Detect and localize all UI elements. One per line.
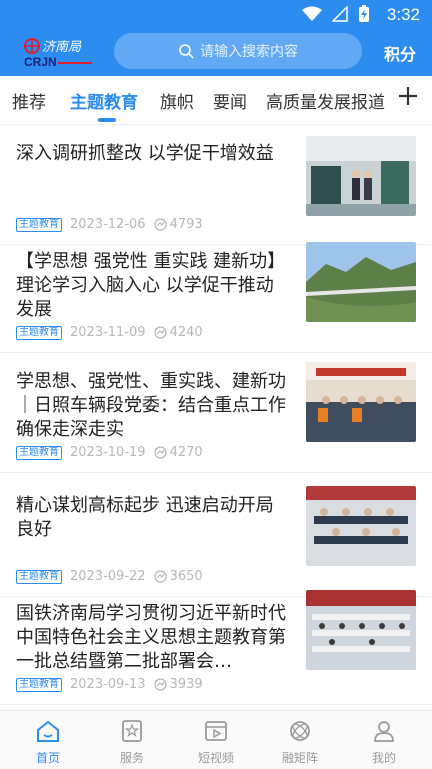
article-title: 国铁济南局学习贯彻习近平新时代中国特色社会主义思想主题教育第一批总结暨第二批部署… — [16, 603, 286, 672]
tab-banner[interactable]: 旗帜 — [160, 88, 194, 113]
view-count-icon — [153, 678, 167, 691]
nav-profile[interactable]: 我的 — [344, 719, 424, 766]
active-tab-indicator — [98, 118, 116, 122]
app-logo: 济南局 CRJN — [22, 36, 94, 69]
article-title: 【学思想 强党性 重实践 建新功】理论学习入脑入心 以学促干推动发展 — [16, 251, 286, 320]
home-icon — [37, 720, 59, 742]
article-tag: 主题教育 — [16, 569, 62, 584]
service-icon — [122, 720, 142, 742]
article-thumbnail — [306, 590, 416, 670]
article-date: 2023-09-22 — [70, 569, 146, 584]
profile-icon — [374, 721, 394, 742]
article-date: 2023-11-09 — [70, 325, 146, 340]
article-thumbnail — [306, 362, 416, 442]
bottom-navigation: 首页 服务 短视频 融矩阵 我的 — [0, 710, 432, 769]
search-icon — [179, 44, 194, 59]
article-tag: 主题教育 — [16, 677, 62, 692]
article-views: 4793 — [153, 217, 203, 232]
article-views: 3650 — [153, 569, 203, 584]
wifi-icon — [302, 6, 322, 21]
video-icon — [205, 721, 227, 741]
nav-short-video[interactable]: 短视频 — [176, 719, 256, 766]
article-tag: 主题教育 — [16, 325, 62, 340]
article-title: 精心谋划高标起步 迅速启动开局良好 — [16, 495, 274, 540]
view-count: 4793 — [169, 217, 203, 232]
article-item[interactable]: 学思想、强党性、重实践、建新功｜日照车辆段党委：结合重点工作 确保走深走实 主题… — [0, 352, 432, 473]
article-views: 4270 — [153, 445, 203, 460]
view-count-icon — [153, 446, 167, 459]
article-thumbnail — [306, 486, 416, 566]
article-date: 2023-12-06 — [70, 217, 146, 232]
article-item[interactable]: 深入调研抓整改 以学促干增效益 主题教育 2023-12-06 4793 — [0, 124, 432, 245]
app-header: 济南局 CRJN 请输入搜索内容 积分 — [0, 30, 432, 76]
points-button[interactable]: 积分 — [384, 41, 416, 65]
tab-development[interactable]: 高质量发展报道 — [266, 88, 385, 113]
status-bar: 3:32 — [0, 0, 432, 30]
article-tag: 主题教育 — [16, 217, 62, 232]
status-icons — [302, 5, 370, 23]
article-views: 3939 — [153, 677, 203, 692]
nav-label: 我的 — [371, 751, 396, 765]
article-meta: 主题教育 2023-11-09 4240 — [16, 325, 203, 340]
tab-recommend[interactable]: 推荐 — [12, 88, 46, 113]
article-tag: 主题教育 — [16, 445, 62, 460]
view-count: 4240 — [169, 325, 203, 340]
logo-mark: 济南局 CRJN — [24, 38, 92, 69]
tab-theme-education[interactable]: 主题教育 — [70, 88, 138, 113]
nav-matrix[interactable]: 融矩阵 — [260, 719, 340, 766]
battery-icon — [359, 5, 369, 22]
view-count-icon — [153, 326, 167, 339]
article-date: 2023-10-19 — [70, 445, 146, 460]
article-title: 学思想、强党性、重实践、建新功｜日照车辆段党委：结合重点工作 确保走深走实 — [16, 371, 286, 440]
svg-text:济南局: 济南局 — [42, 40, 82, 55]
search-placeholder: 请输入搜索内容 — [200, 44, 298, 60]
article-thumbnail — [306, 242, 416, 322]
article-date: 2023-09-13 — [70, 677, 146, 692]
article-meta: 主题教育 2023-10-19 4270 — [16, 445, 203, 460]
search-bar[interactable]: 请输入搜索内容 — [114, 33, 362, 69]
article-item[interactable]: 国铁济南局学习贯彻习近平新时代中国特色社会主义思想主题教育第一批总结暨第二批部署… — [0, 584, 432, 705]
status-time: 3:32 — [386, 5, 420, 24]
article-item[interactable]: 精心谋划高标起步 迅速启动开局良好 主题教育 2023-09-22 3650 — [0, 476, 432, 597]
article-item[interactable]: 【学思想 强党性 重实践 建新功】理论学习入脑入心 以学促干推动发展 主题教育 … — [0, 232, 432, 353]
article-thumbnail — [306, 136, 416, 216]
view-count-icon — [153, 218, 167, 231]
nav-label: 融矩阵 — [281, 751, 318, 765]
category-tabs: 推荐 主题教育 旗帜 要闻 高质量发展报道 — [0, 76, 432, 125]
article-feed: 深入调研抓整改 以学促干增效益 主题教育 2023-12-06 4793 【学思… — [0, 124, 432, 710]
article-views: 4240 — [153, 325, 203, 340]
nav-service[interactable]: 服务 — [92, 719, 172, 766]
view-count: 3939 — [169, 677, 203, 692]
article-title: 深入调研抓整改 以学促干增效益 — [16, 143, 274, 164]
nav-label: 服务 — [119, 751, 144, 765]
svg-text:CRJN: CRJN — [24, 55, 57, 68]
signal-icon — [332, 6, 348, 22]
nav-label: 首页 — [35, 751, 60, 765]
view-count: 4270 — [169, 445, 203, 460]
tabs-scroll: 推荐 主题教育 旗帜 要闻 高质量发展报道 — [0, 76, 390, 124]
view-count-icon — [153, 570, 167, 583]
nav-home[interactable]: 首页 — [8, 719, 88, 766]
view-count: 3650 — [169, 569, 203, 584]
article-meta: 主题教育 2023-09-22 3650 — [16, 569, 203, 584]
tab-news[interactable]: 要闻 — [213, 88, 247, 113]
article-meta: 主题教育 2023-09-13 3939 — [16, 677, 203, 692]
nav-label: 短视频 — [197, 751, 234, 765]
article-meta: 主题教育 2023-12-06 4793 — [16, 217, 203, 232]
matrix-icon — [290, 721, 310, 741]
add-tab-icon[interactable] — [396, 84, 420, 108]
